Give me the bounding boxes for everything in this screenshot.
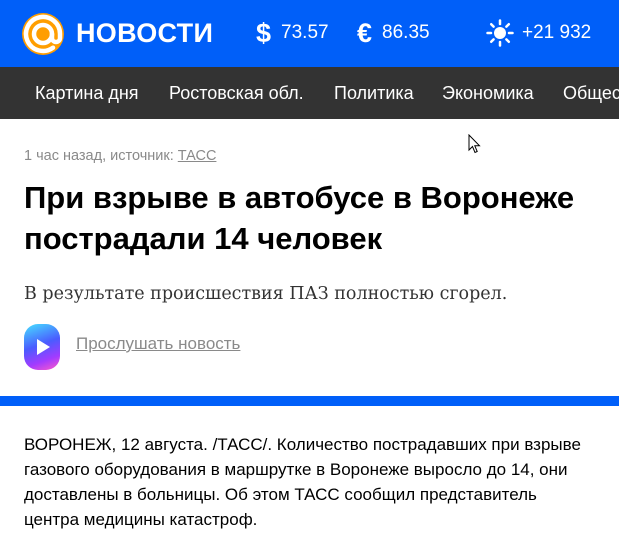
blue-divider bbox=[0, 396, 619, 406]
article-body: ВОРОНЕЖ, 12 августа. /ТАСС/. Количество … bbox=[24, 435, 581, 529]
article-title: При взрыве в автобусе в Воронеже пострад… bbox=[24, 180, 575, 256]
nav-item-society[interactable]: Общес bbox=[563, 67, 619, 119]
article-time: 1 час назад, источник: bbox=[24, 148, 178, 164]
sun-icon bbox=[486, 19, 514, 47]
listen-link[interactable]: Прослушать новость bbox=[76, 334, 240, 354]
play-icon bbox=[37, 339, 50, 355]
article-meta: 1 час назад, источник: ТАСС bbox=[24, 148, 216, 164]
category-nav: Картина дня Ростовская обл. Политика Эко… bbox=[0, 67, 619, 119]
play-audio-button[interactable] bbox=[24, 324, 60, 370]
euro-icon: € bbox=[357, 17, 373, 48]
top-header: НОВОСТИ $ 73.57 € 86.35 +21 932 bbox=[0, 0, 619, 67]
nav-item-economy[interactable]: Экономика bbox=[442, 67, 534, 119]
brand-title[interactable]: НОВОСТИ bbox=[76, 16, 213, 50]
temperature-value: +21 932 bbox=[522, 22, 592, 43]
dollar-icon: $ bbox=[256, 17, 272, 48]
eur-rate-value: 86.35 bbox=[382, 22, 430, 43]
mouse-cursor-icon bbox=[468, 134, 481, 154]
logo-icon[interactable] bbox=[22, 13, 64, 55]
nav-item-main[interactable]: Картина дня bbox=[35, 67, 139, 119]
nav-item-rostov[interactable]: Ростовская обл. bbox=[169, 67, 304, 119]
source-link[interactable]: ТАСС bbox=[178, 148, 217, 164]
eur-rate[interactable]: € 86.35 bbox=[357, 16, 430, 50]
usd-rate[interactable]: $ 73.57 bbox=[256, 16, 329, 50]
nav-item-politics[interactable]: Политика bbox=[334, 67, 414, 119]
article-lead: В результате происшествия ПАЗ полностью … bbox=[24, 284, 508, 304]
usd-rate-value: 73.57 bbox=[281, 22, 329, 43]
weather[interactable]: +21 932 bbox=[486, 16, 591, 50]
